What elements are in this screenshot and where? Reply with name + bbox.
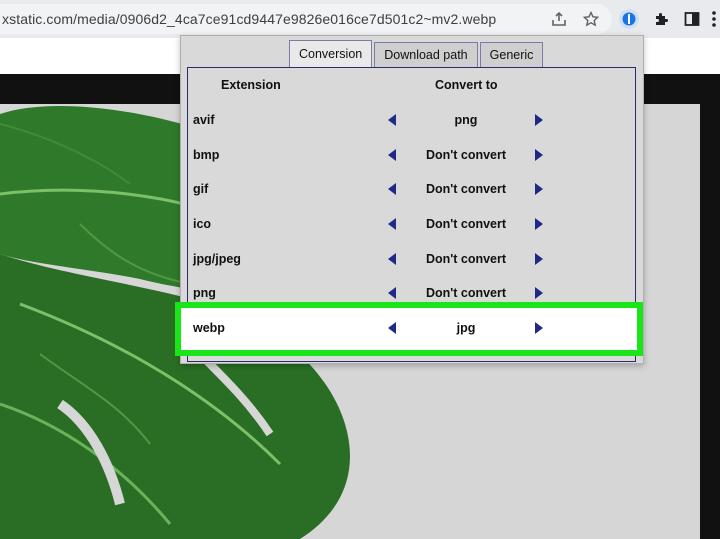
conversion-row-webp: webp jpg	[175, 302, 643, 356]
tab-conversion[interactable]: Conversion	[289, 40, 373, 67]
convert-to-value: Don't convert	[425, 182, 507, 196]
previous-option-icon[interactable]	[388, 218, 396, 230]
conversion-row-gif: gif Don't convert	[181, 172, 643, 206]
previous-option-icon[interactable]	[388, 183, 396, 195]
convert-to-value: Don't convert	[425, 286, 507, 300]
extension-header: Extension	[221, 78, 281, 92]
extension-label: jpg/jpeg	[193, 252, 241, 266]
tab-bar: Conversion Download path Generic	[289, 40, 545, 68]
puzzle-icon[interactable]	[650, 8, 672, 30]
extension-badge-icon[interactable]	[618, 8, 640, 30]
next-option-icon[interactable]	[535, 149, 543, 161]
converter-popup: Conversion Download path Generic Extensi…	[175, 35, 644, 364]
previous-option-icon[interactable]	[388, 287, 396, 299]
next-option-icon[interactable]	[535, 114, 543, 126]
previous-option-icon[interactable]	[388, 322, 396, 334]
extension-label: png	[193, 286, 216, 300]
next-option-icon[interactable]	[535, 218, 543, 230]
convert-to-value: png	[454, 113, 478, 127]
conversion-row-bmp: bmp Don't convert	[181, 138, 643, 172]
convert-to-header: Convert to	[435, 78, 498, 92]
conversion-row-ico: ico Don't convert	[181, 207, 643, 241]
conversion-row-avif: avif png	[181, 103, 643, 137]
convert-to-value: Don't convert	[425, 217, 507, 231]
tab-generic[interactable]: Generic	[479, 42, 544, 67]
extension-label: gif	[193, 182, 209, 196]
extension-label: avif	[193, 113, 215, 127]
browser-toolbar: xstatic.com/media/0906d2_4ca7ce91cd9447e…	[0, 0, 720, 39]
side-panel-icon[interactable]	[681, 8, 703, 30]
previous-option-icon[interactable]	[388, 253, 396, 265]
next-option-icon[interactable]	[535, 322, 543, 334]
star-icon[interactable]	[580, 8, 602, 30]
share-icon[interactable]	[548, 8, 570, 30]
convert-to-value: Don't convert	[425, 148, 507, 162]
next-option-icon[interactable]	[535, 183, 543, 195]
next-option-icon[interactable]	[535, 253, 543, 265]
image-border-right	[700, 104, 720, 539]
more-icon[interactable]	[703, 8, 720, 30]
tab-download-path[interactable]: Download path	[374, 42, 478, 67]
next-option-icon[interactable]	[535, 287, 543, 299]
extension-label: webp	[193, 321, 225, 335]
convert-to-value: Don't convert	[425, 252, 507, 266]
address-bar[interactable]: xstatic.com/media/0906d2_4ca7ce91cd9447e…	[0, 4, 612, 34]
url-text[interactable]: xstatic.com/media/0906d2_4ca7ce91cd9447e…	[2, 11, 496, 27]
extension-label: ico	[193, 217, 212, 231]
previous-option-icon[interactable]	[388, 114, 396, 126]
convert-to-value: jpg	[456, 321, 476, 335]
conversion-row-jpg: jpg/jpeg Don't convert	[181, 242, 643, 276]
previous-option-icon[interactable]	[388, 149, 396, 161]
extension-label: bmp	[193, 148, 220, 162]
